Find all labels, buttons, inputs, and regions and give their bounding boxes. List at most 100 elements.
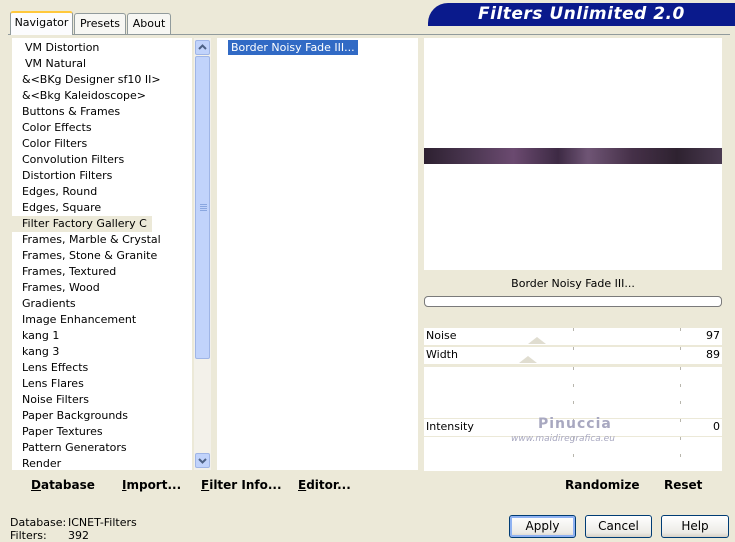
watermark-name: Pinuccia	[538, 416, 612, 432]
category-item[interactable]: Image Enhancement	[12, 312, 192, 328]
slider-tick	[680, 401, 682, 404]
category-row: Render	[12, 456, 192, 470]
database-button[interactable]: Database	[31, 478, 95, 492]
slider-thumb[interactable]	[519, 356, 538, 363]
category-row: Noise Filters	[12, 392, 192, 408]
category-row: Frames, Stone & Granite	[12, 248, 192, 264]
category-row: Color Effects	[12, 120, 192, 136]
category-item[interactable]: Frames, Marble & Crystal	[12, 232, 192, 248]
category-item[interactable]: Color Filters	[12, 136, 192, 152]
slider-empty	[424, 454, 722, 471]
slider-tick	[680, 454, 682, 457]
preview-pane	[424, 38, 722, 270]
category-item[interactable]: Frames, Stone & Granite	[12, 248, 192, 264]
category-row: kang 1	[12, 328, 192, 344]
category-row: kang 3	[12, 344, 192, 360]
app-title: Filters Unlimited 2.0	[478, 4, 685, 24]
slider-tick	[680, 384, 682, 387]
category-row: Convolution Filters	[12, 152, 192, 168]
category-item[interactable]: kang 1	[12, 328, 192, 344]
category-item[interactable]: kang 3	[12, 344, 192, 360]
slider-thumb[interactable]	[528, 337, 547, 344]
category-scrollbar[interactable]	[194, 38, 211, 470]
category-row: Image Enhancement	[12, 312, 192, 328]
current-filter-name: Border Noisy Fade III...	[511, 277, 635, 290]
category-item[interactable]: Buttons & Frames	[12, 104, 192, 120]
category-item[interactable]: Distortion Filters	[12, 168, 192, 184]
apply-button[interactable]: Apply	[509, 515, 576, 538]
category-item[interactable]: Color Effects	[12, 120, 192, 136]
status-value: 392	[68, 529, 89, 542]
grip-line	[200, 204, 207, 205]
scroll-up-button[interactable]	[195, 40, 210, 55]
grip-line	[200, 208, 207, 209]
category-row: Buttons & Frames	[12, 104, 192, 120]
status-database: Database: ICNET-Filters	[10, 516, 137, 529]
help-button[interactable]: Help	[661, 515, 729, 538]
slider-tick	[573, 454, 574, 457]
editor-button[interactable]: Editor...	[298, 478, 351, 492]
slider-label: Intensity	[426, 420, 474, 433]
category-item[interactable]: VM Natural	[12, 56, 192, 72]
status-label: Filters:	[10, 529, 47, 542]
category-row: Frames, Textured	[12, 264, 192, 280]
filter-item[interactable]: Border Noisy Fade III...	[228, 40, 358, 55]
filter-info-button[interactable]: Filter Info...	[201, 478, 282, 492]
category-item[interactable]: Paper Textures	[12, 424, 192, 440]
tab-strip-border	[8, 34, 730, 35]
category-row: &<Bkg Kaleidoscope>	[12, 88, 192, 104]
category-item[interactable]: Paper Backgrounds	[12, 408, 192, 424]
cancel-button[interactable]: Cancel	[585, 515, 652, 538]
category-item[interactable]: Filter Factory Gallery C	[12, 216, 152, 232]
category-row: Edges, Round	[12, 184, 192, 200]
grip-line	[200, 210, 207, 211]
category-row: Distortion Filters	[12, 168, 192, 184]
category-item[interactable]: Lens Effects	[12, 360, 192, 376]
category-item[interactable]: &<BKg Designer sf10 II>	[12, 72, 192, 88]
scroll-down-button[interactable]	[195, 453, 210, 468]
tab-about[interactable]: About	[127, 13, 171, 34]
category-row: Paper Textures	[12, 424, 192, 440]
slider-label: Width	[426, 348, 458, 361]
slider-tick	[680, 328, 682, 331]
randomize-button[interactable]: Randomize	[565, 478, 639, 492]
left-toolbar: Database Import... Filter Info... Editor…	[12, 472, 418, 500]
category-item[interactable]: Edges, Round	[12, 184, 192, 200]
category-row: Lens Flares	[12, 376, 192, 392]
category-item[interactable]: &<Bkg Kaleidoscope>	[12, 88, 192, 104]
slider-empty	[424, 367, 722, 384]
category-item[interactable]: VM Distortion	[12, 40, 192, 56]
slider-tick	[573, 367, 574, 370]
scroll-thumb[interactable]	[195, 56, 210, 359]
slider-value: 97	[706, 329, 720, 342]
category-row: Lens Effects	[12, 360, 192, 376]
watermark-url: www.maidiregrafica.eu	[511, 434, 615, 444]
tab-navigator[interactable]: Navigator	[10, 11, 73, 35]
slider-tick	[573, 328, 574, 331]
category-item[interactable]: Frames, Textured	[12, 264, 192, 280]
category-item[interactable]: Convolution Filters	[12, 152, 192, 168]
category-row: Frames, Marble & Crystal	[12, 232, 192, 248]
slider-noise[interactable]: Noise 97	[424, 328, 722, 345]
category-item[interactable]: Gradients	[12, 296, 192, 312]
slider-value: 0	[713, 420, 720, 433]
filter-list[interactable]: Border Noisy Fade III...	[217, 38, 418, 470]
slider-value: 89	[706, 348, 720, 361]
slider-width[interactable]: Width 89	[424, 347, 722, 364]
category-item[interactable]: Frames, Wood	[12, 280, 192, 296]
category-item[interactable]: Render	[12, 456, 192, 470]
reset-button[interactable]: Reset	[664, 478, 702, 492]
category-row: &<BKg Designer sf10 II>	[12, 72, 192, 88]
tab-presets[interactable]: Presets	[74, 13, 126, 34]
category-row: Filter Factory Gallery C	[12, 216, 192, 232]
slider-label: Noise	[426, 329, 457, 342]
category-list[interactable]: VM Distortion VM Natural &<BKg Designer sf…	[12, 38, 192, 470]
slider-tick	[680, 347, 682, 350]
slider-tick	[573, 347, 574, 350]
category-item[interactable]: Lens Flares	[12, 376, 192, 392]
category-item[interactable]: Pattern Generators	[12, 440, 192, 456]
category-item[interactable]: Noise Filters	[12, 392, 192, 408]
category-item[interactable]: Edges, Square	[12, 200, 192, 216]
import-button[interactable]: Import...	[122, 478, 181, 492]
progress-bar	[424, 296, 722, 307]
